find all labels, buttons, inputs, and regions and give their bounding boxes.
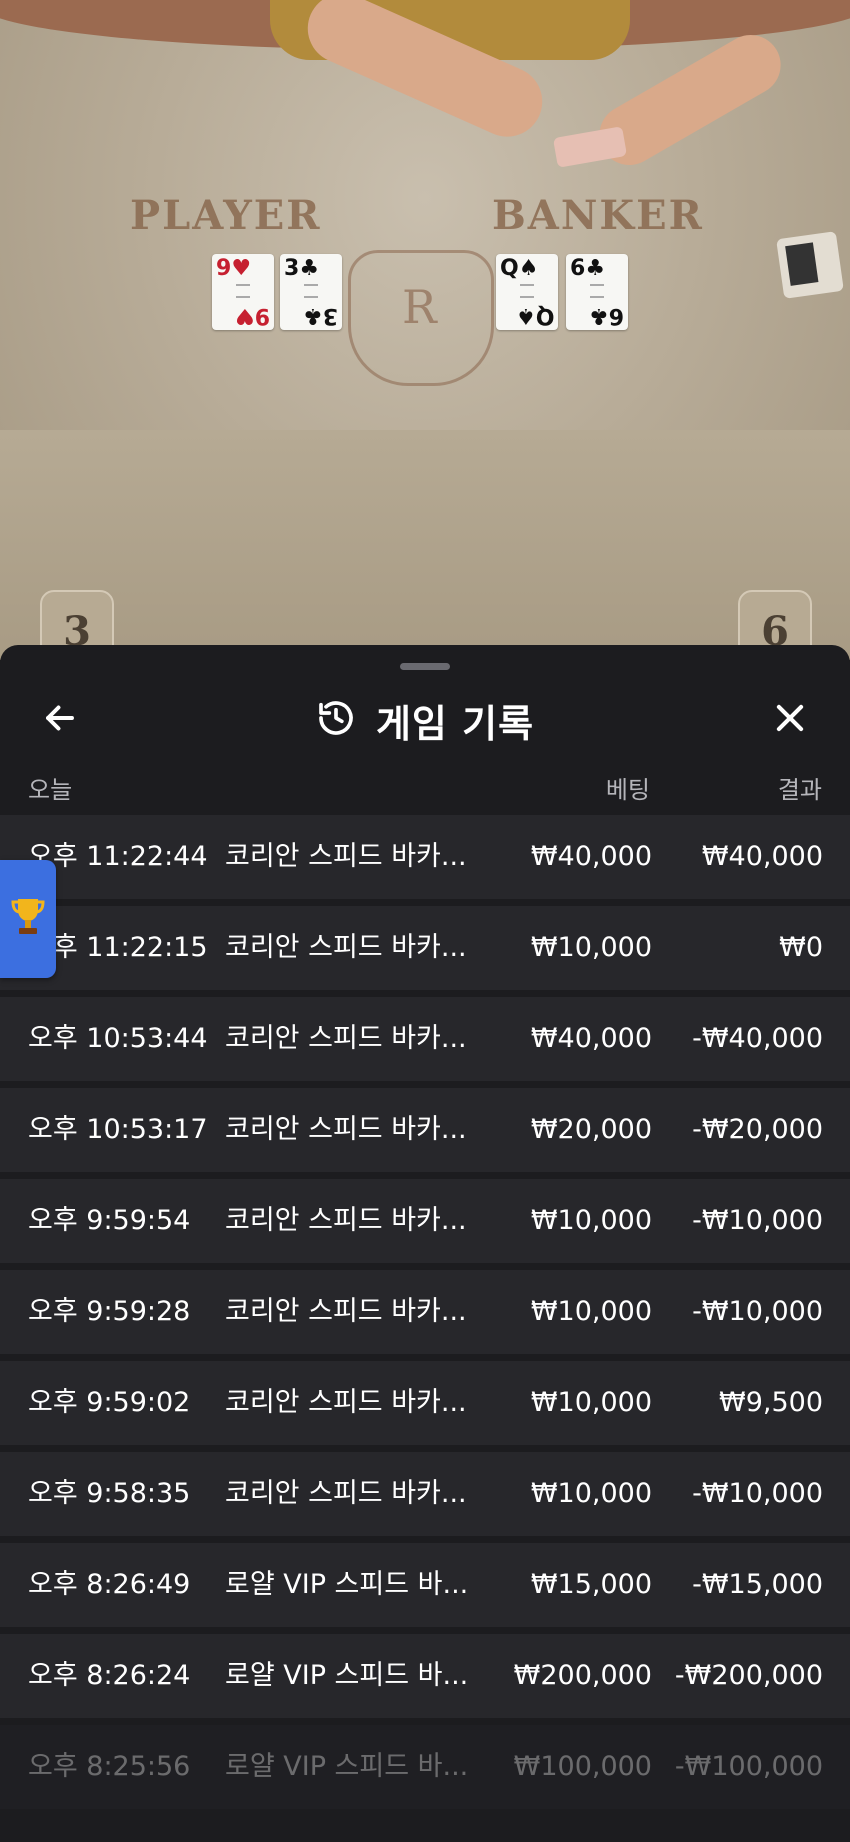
row-game: 코리안 스피드 바카...	[225, 1478, 467, 1509]
history-row[interactable]: 오후 11:22:15 코리안 스피드 바카... ₩10,000 ₩0	[0, 906, 850, 990]
row-time: 오후 10:53:44	[28, 1023, 208, 1054]
row-game: 코리안 스피드 바카...	[225, 1023, 467, 1054]
row-result: -₩10,000	[692, 1296, 823, 1327]
history-row[interactable]: 오후 9:58:35 코리안 스피드 바카... ₩10,000 -₩10,00…	[0, 1452, 850, 1536]
column-header-result: 결과	[777, 776, 822, 804]
player-card-1: 9♥ 9♥	[212, 254, 274, 330]
row-game: 로얄 VIP 스피드 바...	[225, 1569, 469, 1600]
history-row[interactable]: 오후 10:53:44 코리안 스피드 바카... ₩40,000 -₩40,0…	[0, 997, 850, 1081]
title-group: 게임 기록	[0, 685, 850, 755]
row-game: 코리안 스피드 바카...	[225, 841, 467, 872]
back-button[interactable]	[30, 695, 90, 745]
banker-card-2: 6♣ 6♣	[566, 254, 628, 330]
row-bet: ₩40,000	[530, 1023, 652, 1054]
row-game: 코리안 스피드 바카...	[225, 1296, 467, 1327]
row-result: -₩15,000	[692, 1569, 823, 1600]
sheet-grabber[interactable]	[400, 663, 450, 670]
row-time: 오후 10:53:17	[28, 1114, 208, 1145]
row-result: -₩10,000	[692, 1478, 823, 1509]
history-row[interactable]: 오후 9:59:28 코리안 스피드 바카... ₩10,000 -₩10,00…	[0, 1270, 850, 1354]
row-bet: ₩10,000	[530, 1205, 652, 1236]
row-result: -₩10,000	[692, 1205, 823, 1236]
row-bet: ₩10,000	[530, 1387, 652, 1418]
row-game: 코리안 스피드 바카...	[225, 1114, 467, 1145]
row-time: 오후 8:26:24	[28, 1660, 191, 1691]
history-row[interactable]: 오후 11:22:44 코리안 스피드 바카... ₩40,000 ₩40,00…	[0, 815, 850, 899]
row-result: -₩200,000	[674, 1660, 823, 1691]
row-game: 로얄 VIP 스피드 바...	[225, 1660, 469, 1691]
close-icon	[771, 699, 809, 741]
game-history-sheet: 게임 기록 오늘 베팅 결과 오후 11:22:44 코리안 스피드 바카...…	[0, 645, 850, 1842]
player-label: PLAYER	[130, 192, 322, 239]
row-bet: ₩15,000	[530, 1569, 652, 1600]
leaderboard-tab[interactable]	[0, 860, 56, 978]
history-row[interactable]: 오후 8:26:24 로얄 VIP 스피드 바... ₩200,000 -₩20…	[0, 1634, 850, 1718]
table-felt	[0, 430, 850, 660]
history-row[interactable]: 오후 8:26:49 로얄 VIP 스피드 바... ₩15,000 -₩15,…	[0, 1543, 850, 1627]
card-shoe	[776, 231, 844, 299]
column-header-bet: 베팅	[605, 776, 650, 804]
row-game: 로얄 VIP 스피드 바...	[225, 1751, 469, 1782]
banker-card-1: Q♠ Q♠	[496, 254, 558, 330]
history-row[interactable]: 오후 9:59:02 코리안 스피드 바카... ₩10,000 ₩9,500	[0, 1361, 850, 1445]
row-bet: ₩100,000	[513, 1751, 652, 1782]
row-time: 오후 8:25:56	[28, 1751, 191, 1782]
row-result: -₩100,000	[674, 1751, 823, 1782]
close-button[interactable]	[760, 695, 820, 745]
row-bet: ₩40,000	[530, 841, 652, 872]
row-bet: ₩10,000	[530, 1478, 652, 1509]
row-time: 오후 9:59:54	[28, 1205, 191, 1236]
history-icon	[316, 698, 356, 742]
row-game: 코리안 스피드 바카...	[225, 932, 467, 963]
row-bet: ₩10,000	[530, 932, 652, 963]
history-row[interactable]: 오후 8:25:56 로얄 VIP 스피드 바... ₩100,000 -₩10…	[0, 1725, 850, 1809]
live-video: PLAYER BANKER 9♥ 9♥ 3♣ 3♣ R Q♠ Q♠ 6♣ 6♣ …	[0, 0, 850, 660]
row-time: 오후 9:59:02	[28, 1387, 191, 1418]
history-row[interactable]: 오후 10:53:17 코리안 스피드 바카... ₩20,000 -₩20,0…	[0, 1088, 850, 1172]
row-result: ₩40,000	[701, 841, 823, 872]
row-game: 코리안 스피드 바카...	[225, 1205, 467, 1236]
arrow-left-icon	[42, 700, 78, 740]
row-time: 오후 8:26:49	[28, 1569, 191, 1600]
row-result: ₩9,500	[719, 1387, 823, 1418]
row-game: 코리안 스피드 바카...	[225, 1387, 467, 1418]
history-row[interactable]: 오후 9:59:54 코리안 스피드 바카... ₩10,000 -₩10,00…	[0, 1179, 850, 1263]
row-result: -₩40,000	[692, 1023, 823, 1054]
history-list: 오후 11:22:44 코리안 스피드 바카... ₩40,000 ₩40,00…	[0, 815, 850, 1816]
row-bet: ₩10,000	[530, 1296, 652, 1327]
trophy-icon	[11, 896, 45, 942]
row-result: ₩0	[779, 932, 823, 963]
row-bet: ₩20,000	[530, 1114, 652, 1145]
crest-letter: R	[402, 280, 437, 334]
player-card-2: 3♣ 3♣	[280, 254, 342, 330]
sheet-header: 게임 기록	[0, 685, 850, 755]
row-bet: ₩200,000	[513, 1660, 652, 1691]
banker-label: BANKER	[492, 192, 704, 239]
column-header-today: 오늘	[28, 776, 73, 804]
row-time: 오후 9:59:28	[28, 1296, 191, 1327]
row-result: -₩20,000	[692, 1114, 823, 1145]
sheet-title: 게임 기록	[375, 701, 535, 746]
row-time: 오후 9:58:35	[28, 1478, 191, 1509]
